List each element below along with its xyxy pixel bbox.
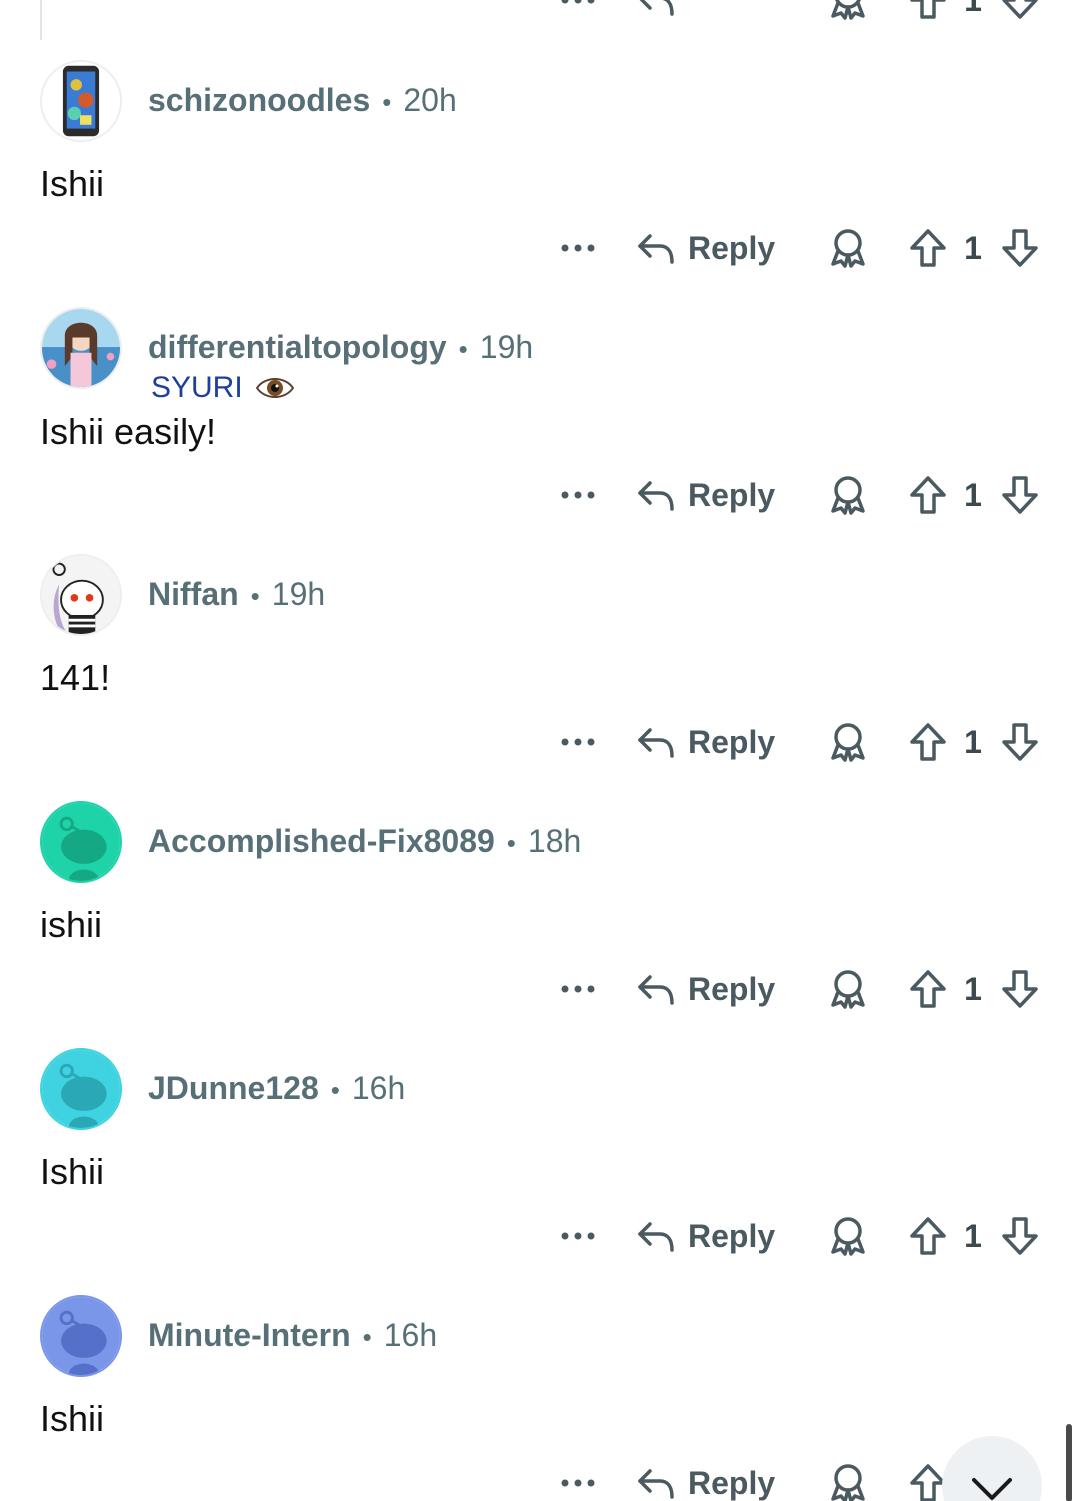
comment-actions: Reply 1: [0, 1206, 1080, 1266]
comment: differentialtopology • 19h SYURI Ishii eas…: [0, 287, 1080, 534]
vote-score: 1: [964, 723, 982, 760]
comment: Accomplished-Fix8089 • 18h ishii Reply 1: [0, 781, 1080, 1028]
comment: Minute-Intern • 16h Ishii Reply: [0, 1275, 1080, 1501]
username[interactable]: Accomplished-Fix8089: [148, 823, 495, 859]
reply-label: Reply: [688, 1217, 776, 1254]
comment-actions: Reply 1: [0, 959, 1080, 1019]
username[interactable]: Minute-Intern: [148, 1317, 351, 1353]
more-options-button[interactable]: [556, 0, 600, 30]
comment-actions: Reply 1: [0, 218, 1080, 278]
separator: •: [362, 1322, 372, 1352]
avatar[interactable]: [40, 307, 122, 389]
username[interactable]: Niffan: [148, 576, 239, 612]
downvote-arrow-icon[interactable]: [996, 218, 1044, 278]
comment-text: 141!: [40, 657, 111, 698]
downvote-arrow-icon[interactable]: [996, 959, 1044, 1019]
separator: •: [458, 334, 468, 364]
more-options-button[interactable]: [556, 1453, 600, 1501]
comment-text: Ishii easily!: [40, 411, 217, 452]
downvote-arrow-icon[interactable]: [996, 712, 1044, 772]
reply-button[interactable]: Reply: [636, 1453, 775, 1501]
comment-actions: Reply 1: [0, 465, 1080, 525]
user-flair: SYURI: [151, 371, 295, 405]
reply-label: Reply: [688, 970, 776, 1007]
comment-meta: Minute-Intern • 16h: [148, 1315, 437, 1357]
award-icon[interactable]: [824, 712, 872, 772]
comment-actions: Reply 1: [0, 712, 1080, 772]
comment: JDunne128 • 16h Ishii Reply 1: [0, 1028, 1080, 1275]
comment: schizonoodles • 20h Ishii Reply 1: [0, 40, 1080, 287]
upvote-arrow-icon[interactable]: [904, 1206, 952, 1266]
comment-actions: Reply: [0, 1453, 1080, 1501]
reply-button[interactable]: Reply: [636, 1206, 775, 1266]
comment-text: Ishii: [40, 1398, 105, 1439]
upvote-arrow-icon[interactable]: [904, 465, 952, 525]
upvote-arrow-icon[interactable]: [904, 959, 952, 1019]
award-icon[interactable]: [824, 0, 872, 30]
downvote-arrow-icon[interactable]: [996, 1206, 1044, 1266]
avatar[interactable]: [40, 554, 122, 636]
vote-score: 1: [964, 476, 982, 513]
comment-meta: differentialtopology • 19h: [148, 327, 533, 369]
avatar[interactable]: [40, 1048, 122, 1130]
vote-score: 1: [964, 970, 982, 1007]
upvote-arrow-icon[interactable]: [904, 0, 952, 30]
chevron-down-icon: [972, 1478, 1012, 1500]
avatar[interactable]: [40, 60, 122, 142]
reply-button[interactable]: Reply: [636, 959, 775, 1019]
reply-label: Reply: [688, 229, 776, 266]
separator: •: [506, 828, 516, 858]
more-options-button[interactable]: [556, 1206, 600, 1266]
award-icon[interactable]: [824, 218, 872, 278]
comment-meta: Niffan • 19h: [148, 574, 325, 616]
award-icon[interactable]: [824, 465, 872, 525]
upvote-arrow-icon[interactable]: [904, 712, 952, 772]
scrollbar[interactable]: [1066, 1424, 1072, 1501]
timestamp: 16h: [383, 1317, 438, 1353]
username[interactable]: JDunne128: [148, 1070, 319, 1106]
comment: Niffan • 19h 141! Reply 1: [0, 534, 1080, 781]
timestamp: 19h: [271, 576, 326, 612]
avatar[interactable]: [40, 801, 122, 883]
award-icon[interactable]: [824, 1206, 872, 1266]
downvote-arrow-icon[interactable]: [996, 465, 1044, 525]
reply-label: Reply: [688, 723, 776, 760]
award-icon[interactable]: [824, 1453, 872, 1501]
more-options-button[interactable]: [556, 218, 600, 278]
upvote-arrow-icon[interactable]: [904, 218, 952, 278]
separator: •: [250, 581, 260, 611]
more-options-button[interactable]: [556, 465, 600, 525]
previous-comment-actions: 1: [0, 0, 1080, 30]
more-options-button[interactable]: [556, 712, 600, 772]
timestamp: 20h: [403, 82, 457, 118]
vote-score: 1: [964, 229, 982, 266]
flair-text: SYURI: [151, 371, 243, 404]
reply-button[interactable]: Reply: [636, 218, 775, 278]
comment-meta: JDunne128 • 16h: [148, 1068, 405, 1110]
vote-score: 1: [964, 1217, 982, 1254]
reply-label: Reply: [688, 1464, 776, 1501]
more-options-button[interactable]: [556, 959, 600, 1019]
reply-label: Reply: [688, 476, 776, 513]
separator: •: [330, 1075, 340, 1105]
award-icon[interactable]: [824, 959, 872, 1019]
reply-button[interactable]: [636, 0, 676, 30]
avatar[interactable]: [40, 1295, 122, 1377]
comment-meta: Accomplished-Fix8089 • 18h: [148, 821, 581, 863]
eye-icon: [255, 378, 294, 398]
downvote-arrow-icon[interactable]: [996, 0, 1044, 30]
timestamp: 18h: [527, 823, 582, 859]
comment-text: Ishii: [40, 1151, 105, 1192]
comment-meta: schizonoodles • 20h: [148, 80, 457, 122]
comment-text: Ishii: [40, 163, 105, 204]
separator: •: [382, 87, 392, 117]
timestamp: 19h: [479, 329, 534, 365]
timestamp: 16h: [351, 1070, 406, 1106]
reply-button[interactable]: Reply: [636, 465, 775, 525]
vote-score: 1: [960, 0, 986, 30]
username[interactable]: differentialtopology: [148, 329, 447, 365]
username[interactable]: schizonoodles: [148, 82, 370, 118]
comment-text: ishii: [40, 904, 103, 945]
reply-button[interactable]: Reply: [636, 712, 775, 772]
